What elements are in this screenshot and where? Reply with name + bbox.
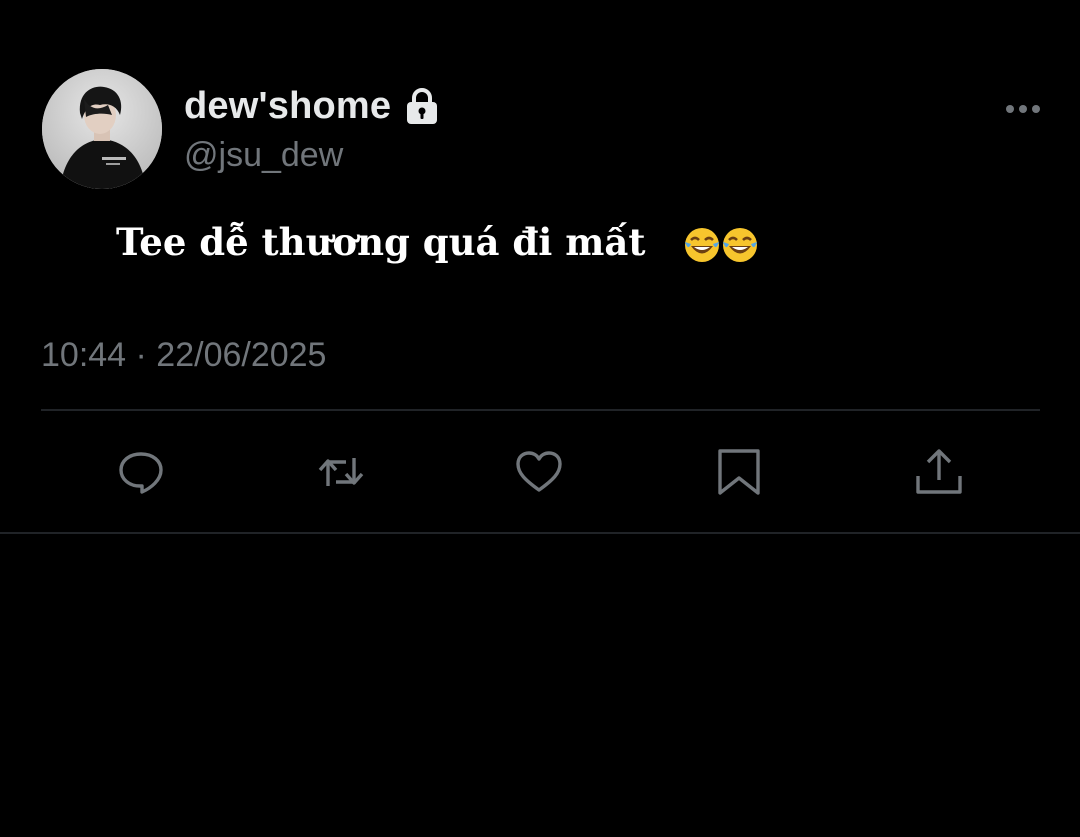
author-name-row: dew'shome: [184, 82, 439, 130]
emoji-group: [682, 225, 758, 265]
more-horizontal-icon: [1006, 105, 1040, 113]
retweet-icon: [318, 458, 364, 486]
face-with-tears-of-joy-icon: [723, 228, 757, 262]
profile-photo: [42, 69, 162, 189]
avatar[interactable]: [42, 69, 162, 189]
like-button[interactable]: [509, 442, 569, 502]
bookmark-button[interactable]: [709, 442, 769, 502]
reply-button[interactable]: [111, 442, 171, 502]
face-with-tears-of-joy-icon: [685, 228, 719, 262]
bottom-divider: [0, 532, 1080, 534]
lock-icon: [407, 88, 438, 124]
heart-icon: [516, 451, 562, 492]
timestamp[interactable]: 10:44 · 22/06/2025: [41, 336, 326, 375]
bookmark-icon: [718, 449, 760, 495]
handle[interactable]: @jsu_dew: [184, 136, 343, 175]
action-bar: [41, 442, 1040, 502]
display-name[interactable]: dew'shome: [184, 85, 391, 128]
share-button[interactable]: [909, 442, 969, 502]
speech-bubble-icon: [119, 452, 163, 494]
more-options-button[interactable]: [1000, 94, 1048, 124]
share-icon: [916, 449, 962, 494]
tweet-text: Tee dễ thương quá đi mất: [116, 220, 646, 264]
retweet-button[interactable]: [311, 442, 371, 502]
divider: [41, 409, 1040, 411]
